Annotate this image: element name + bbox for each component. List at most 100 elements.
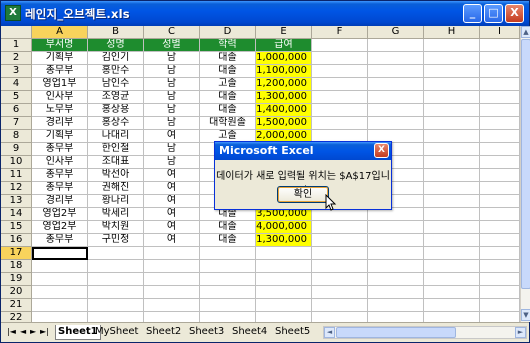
row-header-19[interactable]: 19 xyxy=(1,273,32,286)
cell-b1[interactable]: 성명 xyxy=(88,39,144,52)
cell-h5[interactable] xyxy=(424,91,480,104)
cell-e7[interactable]: 1,500,000 xyxy=(256,117,312,130)
cell-g22[interactable] xyxy=(368,312,424,322)
cell-c16[interactable]: 여 xyxy=(144,234,200,247)
cell-g5[interactable] xyxy=(368,91,424,104)
cell-i19[interactable] xyxy=(480,273,520,286)
cell-i7[interactable] xyxy=(480,117,520,130)
scroll-up-arrow-icon[interactable]: ▲ xyxy=(521,26,530,38)
cell-i6[interactable] xyxy=(480,104,520,117)
cell-c14[interactable]: 여 xyxy=(144,208,200,221)
cell-b15[interactable]: 박치원 xyxy=(88,221,144,234)
cell-i21[interactable] xyxy=(480,299,520,312)
column-header-f[interactable]: F xyxy=(312,26,368,39)
cell-g1[interactable] xyxy=(368,39,424,52)
cell-d15[interactable]: 대졸 xyxy=(200,221,256,234)
sheet-tab-sheet3[interactable]: Sheet3 xyxy=(187,325,226,340)
cell-f16[interactable] xyxy=(312,234,368,247)
row-header-13[interactable]: 13 xyxy=(1,195,32,208)
row-header-10[interactable]: 10 xyxy=(1,156,32,169)
cell-f4[interactable] xyxy=(312,78,368,91)
cell-b6[interactable]: 홍상용 xyxy=(88,104,144,117)
cell-f5[interactable] xyxy=(312,91,368,104)
row-header-3[interactable]: 3 xyxy=(1,65,32,78)
cell-g16[interactable] xyxy=(368,234,424,247)
cell-c4[interactable]: 남 xyxy=(144,78,200,91)
row-header-5[interactable]: 5 xyxy=(1,91,32,104)
cell-g7[interactable] xyxy=(368,117,424,130)
cell-b9[interactable]: 한인철 xyxy=(88,143,144,156)
excel-file-icon[interactable]: X xyxy=(5,5,21,21)
cell-e6[interactable]: 1,400,000 xyxy=(256,104,312,117)
cell-c5[interactable]: 남 xyxy=(144,91,200,104)
cell-d19[interactable] xyxy=(200,273,256,286)
cell-e5[interactable]: 1,300,000 xyxy=(256,91,312,104)
cell-b20[interactable] xyxy=(88,286,144,299)
cell-h6[interactable] xyxy=(424,104,480,117)
cell-g4[interactable] xyxy=(368,78,424,91)
row-header-21[interactable]: 21 xyxy=(1,299,32,312)
cell-d18[interactable] xyxy=(200,260,256,273)
row-header-16[interactable]: 16 xyxy=(1,234,32,247)
column-header-g[interactable]: G xyxy=(368,26,424,39)
cell-b21[interactable] xyxy=(88,299,144,312)
cell-d7[interactable]: 대학원졸 xyxy=(200,117,256,130)
cell-g20[interactable] xyxy=(368,286,424,299)
cell-f7[interactable] xyxy=(312,117,368,130)
cell-h16[interactable] xyxy=(424,234,480,247)
cell-f15[interactable] xyxy=(312,221,368,234)
cell-c8[interactable]: 여 xyxy=(144,130,200,143)
maximize-button[interactable]: □ xyxy=(484,4,503,23)
horizontal-scrollbar[interactable]: ◄ ► xyxy=(323,326,527,339)
cell-f1[interactable] xyxy=(312,39,368,52)
dialog-close-button[interactable]: X xyxy=(374,143,389,158)
cell-a20[interactable] xyxy=(32,286,88,299)
cell-h19[interactable] xyxy=(424,273,480,286)
cell-i16[interactable] xyxy=(480,234,520,247)
sheet-tab-mysheet[interactable]: MySheet xyxy=(93,325,140,340)
cell-c12[interactable]: 여 xyxy=(144,182,200,195)
cell-b5[interactable]: 조영균 xyxy=(88,91,144,104)
row-header-1[interactable]: 1 xyxy=(1,39,32,52)
cell-c17[interactable] xyxy=(144,247,200,260)
cell-i5[interactable] xyxy=(480,91,520,104)
row-header-2[interactable]: 2 xyxy=(1,52,32,65)
cell-i10[interactable] xyxy=(480,156,520,169)
cell-c11[interactable]: 여 xyxy=(144,169,200,182)
sheet-tab-sheet4[interactable]: Sheet4 xyxy=(230,325,269,340)
cell-i9[interactable] xyxy=(480,143,520,156)
horizontal-scroll-thumb[interactable] xyxy=(336,327,456,338)
cell-f6[interactable] xyxy=(312,104,368,117)
dialog-title[interactable]: Microsoft Excel xyxy=(215,142,391,160)
next-sheet-icon[interactable]: ► xyxy=(30,327,36,336)
prev-sheet-icon[interactable]: ◄ xyxy=(20,327,26,336)
cell-c2[interactable]: 남 xyxy=(144,52,200,65)
first-sheet-icon[interactable]: |◄ xyxy=(7,327,16,336)
cell-a12[interactable]: 총무부 xyxy=(32,182,88,195)
cell-h22[interactable] xyxy=(424,312,480,322)
cell-h13[interactable] xyxy=(424,195,480,208)
cell-i12[interactable] xyxy=(480,182,520,195)
cell-a3[interactable]: 총무부 xyxy=(32,65,88,78)
cell-c20[interactable] xyxy=(144,286,200,299)
sheet-tab-sheet5[interactable]: Sheet5 xyxy=(273,325,312,340)
column-header-c[interactable]: C xyxy=(144,26,200,39)
column-header-e[interactable]: E xyxy=(256,26,312,39)
cell-e18[interactable] xyxy=(256,260,312,273)
row-header-11[interactable]: 11 xyxy=(1,169,32,182)
cell-h2[interactable] xyxy=(424,52,480,65)
cell-e3[interactable]: 1,100,000 xyxy=(256,65,312,78)
row-header-6[interactable]: 6 xyxy=(1,104,32,117)
cell-a7[interactable]: 경리부 xyxy=(32,117,88,130)
cell-g17[interactable] xyxy=(368,247,424,260)
cell-c15[interactable]: 여 xyxy=(144,221,200,234)
cell-e2[interactable]: 1,000,000 xyxy=(256,52,312,65)
cell-a11[interactable]: 총무부 xyxy=(32,169,88,182)
sheet-tab-sheet2[interactable]: Sheet2 xyxy=(144,325,183,340)
cell-f20[interactable] xyxy=(312,286,368,299)
cell-e1[interactable]: 급여 xyxy=(256,39,312,52)
cell-a16[interactable]: 총무부 xyxy=(32,234,88,247)
cell-c21[interactable] xyxy=(144,299,200,312)
row-header-20[interactable]: 20 xyxy=(1,286,32,299)
cell-a6[interactable]: 노무부 xyxy=(32,104,88,117)
